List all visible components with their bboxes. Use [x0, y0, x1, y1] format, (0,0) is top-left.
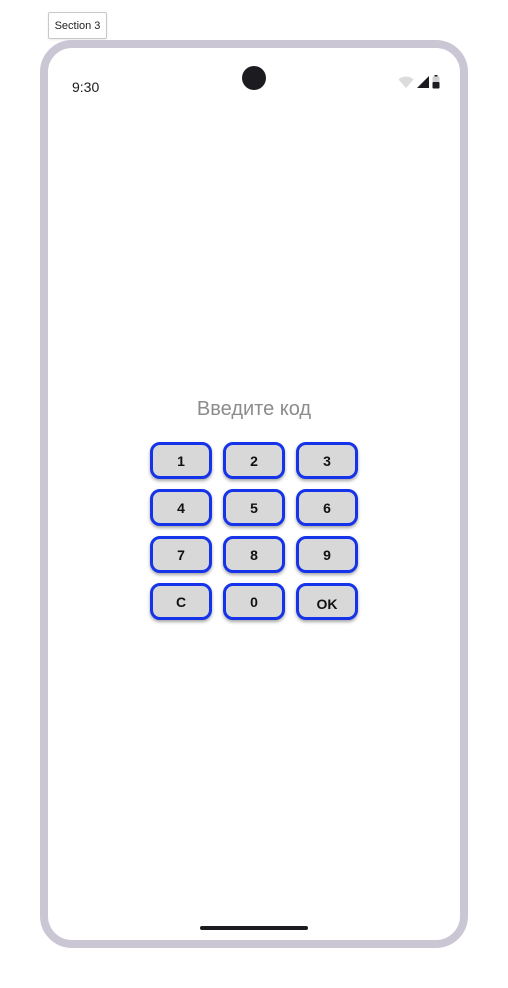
key-6-button[interactable]: 6	[296, 489, 358, 526]
wifi-icon	[398, 75, 414, 94]
status-icons	[398, 74, 440, 94]
key-1-button[interactable]: 1	[150, 442, 212, 479]
clear-button[interactable]: C	[150, 583, 212, 620]
key-8-button[interactable]: 8	[223, 536, 285, 573]
key-2-button[interactable]: 2	[223, 442, 285, 479]
ok-button[interactable]: OK	[296, 583, 358, 620]
code-prompt: Введите код	[196, 398, 312, 420]
section-label: Section 3	[48, 12, 107, 39]
status-time: 9:30	[72, 79, 100, 95]
key-4-button[interactable]: 4	[150, 489, 212, 526]
key-5-button[interactable]: 5	[223, 489, 285, 526]
home-indicator[interactable]	[200, 926, 308, 930]
phone-frame: 9:30 Введите код 1 2 3 4 5 6 7 8 9 C 0 O…	[40, 40, 468, 948]
key-9-button[interactable]: 9	[296, 536, 358, 573]
keypad: 1 2 3 4 5 6 7 8 9 C 0 OK	[150, 442, 358, 620]
cellular-signal-icon	[416, 75, 430, 94]
key-7-button[interactable]: 7	[150, 536, 212, 573]
camera-cutout	[242, 66, 266, 90]
key-3-button[interactable]: 3	[296, 442, 358, 479]
battery-icon	[432, 74, 440, 94]
key-0-button[interactable]: 0	[223, 583, 285, 620]
